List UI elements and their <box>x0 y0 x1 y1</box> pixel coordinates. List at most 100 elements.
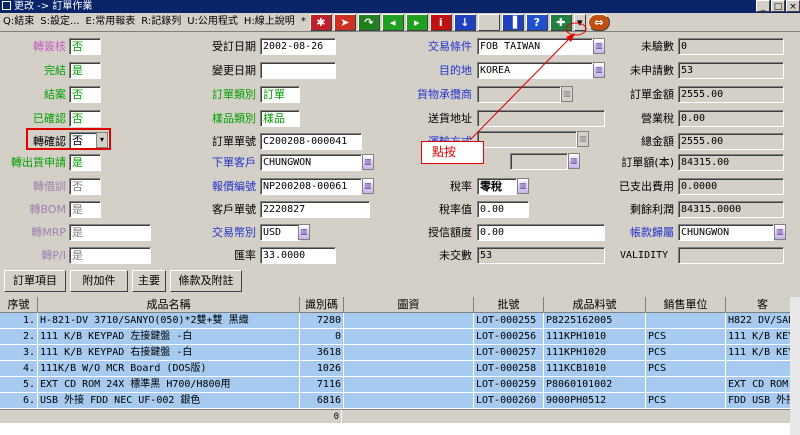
field-bom[interactable]: 是 <box>69 201 101 218</box>
attachments-button[interactable]: 附加件 <box>70 270 128 292</box>
field-change-date[interactable] <box>260 62 336 79</box>
field-borrow[interactable]: 否 <box>69 178 101 195</box>
download-icon[interactable]: ↓ <box>453 13 476 31</box>
field-delivery-address[interactable] <box>477 110 605 127</box>
lookup-icon[interactable]: ▥ <box>517 178 529 194</box>
lookup-icon[interactable]: ▥ <box>577 131 589 147</box>
lookup-icon[interactable]: ▥ <box>298 224 310 240</box>
previous-icon[interactable]: ◂ <box>381 13 404 31</box>
lookup-icon[interactable]: ▥ <box>362 178 374 194</box>
field-order-amount-local[interactable]: 84315.00 <box>678 154 784 171</box>
menu-help[interactable]: H:線上說明 <box>241 13 298 31</box>
cell-customer: EXT CD ROM 移 <box>726 377 800 393</box>
header-seq[interactable]: 序號 <box>0 297 38 313</box>
lookup-icon[interactable]: ▥ <box>362 154 374 170</box>
vertical-scrollbar[interactable] <box>790 297 800 435</box>
chevron-down-icon[interactable]: ▾ <box>573 13 586 31</box>
label-validity: VALIDITY <box>620 250 669 261</box>
field-uninspected[interactable]: 0 <box>678 38 784 55</box>
lookup-icon[interactable]: ▥ <box>774 224 786 240</box>
close-button[interactable]: × <box>786 0 800 12</box>
header-lot[interactable]: 批號 <box>474 297 544 313</box>
menu-utilities[interactable]: U:公用程式 <box>184 13 241 31</box>
field-closed[interactable]: 否 <box>69 86 101 103</box>
maximize-button[interactable]: □ <box>771 0 785 12</box>
label-pi: 轉P/I <box>41 249 66 262</box>
menu-settings[interactable]: S:設定... <box>37 13 82 31</box>
terms-button[interactable]: 條款及附註 <box>170 270 242 292</box>
order-items-button[interactable]: 訂單項目 <box>4 270 66 292</box>
field-tax-rate[interactable]: 零稅 <box>477 178 517 195</box>
redo-icon[interactable]: ↷ <box>357 13 380 31</box>
field-order-date[interactable]: 2002-08-26 <box>260 38 336 55</box>
field-destination[interactable]: KOREA <box>477 62 593 79</box>
cell-drawing <box>344 329 474 345</box>
run-icon[interactable]: ➤ <box>333 13 356 31</box>
field-expenses-paid[interactable]: 0.0000 <box>678 178 784 195</box>
table-row[interactable]: 4. 111K/B W/O MCR Board (DOS版) 1026 LOT-000… <box>0 361 800 377</box>
field-quote-number[interactable]: NP200208-00061 <box>260 178 362 195</box>
cell-product-name: H-821-DV 3710/SANYO(050)*2雙+雙 黑織 <box>38 313 300 329</box>
navigate-icon[interactable]: ✚ <box>549 13 572 31</box>
field-sales-tax[interactable]: 0.00 <box>678 110 784 127</box>
next-icon[interactable]: ▸ <box>405 13 428 31</box>
field-sample-type[interactable]: 樣品 <box>260 110 300 127</box>
field-trade-terms[interactable]: FOB TAIWAN <box>477 38 593 55</box>
stop-icon[interactable]: ✱ <box>309 13 332 31</box>
field-exchange-rate[interactable]: 33.0000 <box>260 247 336 264</box>
menu-reports[interactable]: E:常用報表 <box>83 13 139 31</box>
field-sign-off[interactable]: 否 <box>69 38 101 55</box>
field-pi[interactable]: 是 <box>69 247 151 264</box>
table-row[interactable]: 2. 111 K/B KEYPAD 左接鍵盤 -白 0 LOT-000256 111KP… <box>0 329 800 345</box>
label-destination: 目的地 <box>439 64 472 77</box>
header-id-code[interactable]: 識別碼 <box>300 297 344 313</box>
field-order-number[interactable]: C200208-000041 <box>260 133 362 150</box>
blank-icon[interactable] <box>477 13 500 31</box>
field-undelivered[interactable]: 53 <box>477 247 605 264</box>
header-part-number[interactable]: 成品料號 <box>544 297 646 313</box>
info-icon[interactable]: i <box>429 13 452 31</box>
main-button[interactable]: 主要 <box>132 270 166 292</box>
minimize-button[interactable]: _ <box>756 0 770 12</box>
field-total-amount[interactable]: 2555.00 <box>678 133 784 150</box>
table-row[interactable]: 1. H-821-DV 3710/SANYO(050)*2雙+雙 黑織 7280 LO… <box>0 313 800 329</box>
field-account-owner[interactable]: CHUNGWON <box>678 224 774 241</box>
field-mrp[interactable]: 是 <box>69 224 151 241</box>
menu-star[interactable]: * <box>298 13 309 31</box>
cell-sales-unit: PCS <box>646 361 726 377</box>
field-customer[interactable]: CHUNGWON <box>260 154 362 171</box>
table-row[interactable]: 3. 111 K/B KEYPAD 右接鍵盤 -白 3618 LOT-000257 11… <box>0 345 800 361</box>
field-tax-value[interactable]: 0.00 <box>477 201 529 218</box>
field-currency[interactable]: USD <box>260 224 300 241</box>
field-shipment-request[interactable]: 是 <box>69 154 101 171</box>
menu-records[interactable]: R:記錄列 <box>138 13 184 31</box>
field-order-amount[interactable]: 2555.00 <box>678 86 784 103</box>
table-row[interactable]: 5. EXT CD ROM 24X 標準黑 H700/H800用 7116 LOT-0… <box>0 377 800 393</box>
field-credit-limit[interactable]: 0.00 <box>477 224 605 241</box>
field-shipping-method[interactable] <box>477 131 577 148</box>
header-sales-unit[interactable]: 銷售單位 <box>646 297 726 313</box>
label-order-number: 訂單單號 <box>212 135 256 148</box>
cell-drawing <box>344 393 474 409</box>
menu-exit[interactable]: Q:結束 <box>0 13 37 31</box>
header-drawing[interactable]: 圖資 <box>344 297 474 313</box>
header-product-name[interactable]: 成品名稱 <box>38 297 300 313</box>
field-completed[interactable]: 是 <box>69 62 101 79</box>
help-icon[interactable]: ? <box>525 13 548 31</box>
field-validity[interactable] <box>678 247 784 264</box>
field-confirmed[interactable]: 否 <box>69 110 101 127</box>
field-unrequested[interactable]: 53 <box>678 62 784 79</box>
field-order-type[interactable]: 訂單 <box>260 86 300 103</box>
field-shipping-detail[interactable] <box>510 153 568 170</box>
field-remaining-profit[interactable]: 84315.0000 <box>678 201 784 218</box>
tab-button-row: 訂單項目 附加件 主要 條款及附註 <box>0 270 800 294</box>
table-row[interactable]: 6. USB 外接 FDD NEC UF-002 銀色 6816 LOT-000260… <box>0 393 800 409</box>
field-customer-po[interactable]: 2220827 <box>260 201 370 218</box>
header-customer[interactable]: 客 <box>726 297 800 313</box>
field-forwarder[interactable] <box>477 86 561 103</box>
app-icon <box>2 1 11 10</box>
lookup-icon[interactable]: ▥ <box>561 86 573 102</box>
switch-icon[interactable]: ⇔ <box>587 13 610 31</box>
lookup-icon[interactable]: ▥ <box>568 153 580 169</box>
first-record-icon[interactable]: ▐ <box>501 13 524 31</box>
